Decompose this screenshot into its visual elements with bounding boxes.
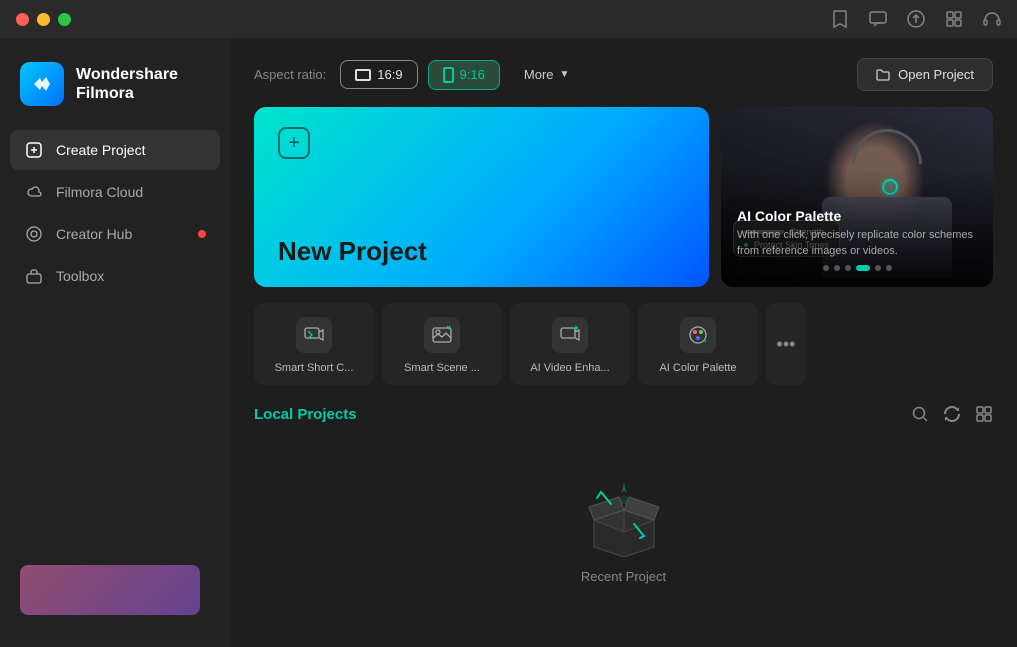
more-chevron-icon: ▼ (560, 69, 570, 80)
carousel-dot-1[interactable] (823, 265, 829, 271)
app-logo-text: Wondershare Filmora (76, 65, 178, 103)
app-body: Wondershare Filmora Create Project (0, 38, 1017, 647)
window-controls[interactable] (16, 13, 71, 26)
local-projects-header: Local Projects (254, 405, 993, 423)
carousel-dot-3[interactable] (845, 265, 851, 271)
carousel-dot-4[interactable] (856, 265, 870, 271)
grid-view-icon[interactable] (975, 405, 993, 423)
ai-feature-description: With one click, precisely replicate colo… (737, 228, 977, 259)
create-project-label: Create Project (56, 142, 145, 158)
aspect-16-9-button[interactable]: 16:9 (340, 60, 417, 89)
refresh-projects-icon[interactable] (943, 405, 961, 423)
tool-ai-video-enhance[interactable]: AI Video Enha... (510, 303, 630, 385)
smart-short-clip-icon (296, 317, 332, 353)
aspect-ratio-label: Aspect ratio: (254, 67, 326, 82)
carousel-dot-2[interactable] (834, 265, 840, 271)
empty-state-label: Recent Project (581, 569, 666, 584)
bookmark-icon[interactable] (831, 10, 849, 28)
title-bar (0, 0, 1017, 38)
empty-state: Recent Project (254, 439, 993, 627)
tool-smart-short-clip[interactable]: Smart Short C... (254, 303, 374, 385)
sidebar-item-filmora-cloud[interactable]: Filmora Cloud (10, 172, 220, 212)
filmora-cloud-label: Filmora Cloud (56, 184, 143, 200)
folder-icon (876, 68, 890, 82)
landscape-icon (355, 69, 371, 81)
ai-video-enhance-label: AI Video Enha... (530, 361, 609, 375)
search-projects-icon[interactable] (911, 405, 929, 423)
cards-row: + New Project (254, 107, 993, 287)
new-project-plus-icon: + (278, 127, 310, 159)
empty-box-icon (579, 482, 669, 557)
ai-color-palette-icon (680, 317, 716, 353)
portrait-icon (443, 67, 454, 83)
close-button[interactable] (16, 13, 29, 26)
aspect-9-16-button[interactable]: 9:16 (428, 60, 500, 90)
sidebar: Wondershare Filmora Create Project (0, 38, 230, 647)
ai-video-enhance-icon (552, 317, 588, 353)
user-avatar[interactable] (20, 565, 200, 615)
title-bar-icons (831, 10, 1001, 28)
local-projects-title: Local Projects (254, 406, 357, 423)
main-content: Aspect ratio: 16:9 9:16 More ▼ Op (230, 38, 1017, 647)
smart-short-clip-label: Smart Short C... (275, 361, 354, 375)
tools-more-button[interactable]: ••• (766, 303, 806, 385)
grid-icon[interactable] (945, 10, 963, 28)
creator-hub-label: Creator Hub (56, 226, 132, 242)
toolbar: Aspect ratio: 16:9 9:16 More ▼ Op (254, 58, 993, 91)
ai-feature-info: AI Color Palette With one click, precise… (721, 168, 993, 287)
new-project-card[interactable]: + New Project (254, 107, 709, 287)
headphone-icon[interactable] (983, 10, 1001, 28)
sidebar-bottom (0, 549, 230, 631)
toolbox-icon (24, 266, 44, 286)
aspect-ratio-group: Aspect ratio: 16:9 9:16 More ▼ (254, 60, 583, 90)
section-actions (911, 405, 993, 423)
aspect-9-16-label: 9:16 (460, 67, 485, 82)
filmora-cloud-icon (24, 182, 44, 202)
create-project-icon (24, 140, 44, 160)
aspect-16-9-label: 16:9 (377, 67, 402, 82)
toolbox-label: Toolbox (56, 268, 104, 284)
sidebar-nav: Create Project Filmora Cloud Creator (0, 130, 230, 296)
creator-hub-badge (198, 230, 206, 238)
open-project-button[interactable]: Open Project (857, 58, 993, 91)
sidebar-logo: Wondershare Filmora (0, 54, 230, 130)
sidebar-item-create-project[interactable]: Create Project (10, 130, 220, 170)
carousel-dots (737, 265, 977, 271)
more-label: More (524, 67, 554, 82)
tool-ai-color-palette[interactable]: AI Color Palette (638, 303, 758, 385)
ai-feature-title: AI Color Palette (737, 208, 977, 224)
tools-row: Smart Short C... Smart Scene ... (254, 303, 993, 385)
ai-color-palette-label: AI Color Palette (659, 361, 736, 375)
ai-feature-card[interactable]: Strength Protect Skin Tones AI Color Pal… (721, 107, 993, 287)
upload-icon[interactable] (907, 10, 925, 28)
logo-title-line1: Wondershare (76, 65, 178, 84)
tool-smart-scene[interactable]: Smart Scene ... (382, 303, 502, 385)
tools-more-icon: ••• (777, 334, 796, 355)
smart-scene-label: Smart Scene ... (404, 361, 480, 375)
maximize-button[interactable] (58, 13, 71, 26)
logo-title-line2: Filmora (76, 84, 178, 103)
sidebar-item-toolbox[interactable]: Toolbox (10, 256, 220, 296)
sidebar-item-creator-hub[interactable]: Creator Hub (10, 214, 220, 254)
chat-icon[interactable] (869, 10, 887, 28)
new-project-label: New Project (278, 236, 427, 267)
app-logo-icon (20, 62, 64, 106)
carousel-dot-5[interactable] (875, 265, 881, 271)
open-project-label: Open Project (898, 67, 974, 82)
smart-scene-icon (424, 317, 460, 353)
carousel-dot-6[interactable] (886, 265, 892, 271)
minimize-button[interactable] (37, 13, 50, 26)
more-button[interactable]: More ▼ (510, 61, 584, 88)
creator-hub-icon (24, 224, 44, 244)
